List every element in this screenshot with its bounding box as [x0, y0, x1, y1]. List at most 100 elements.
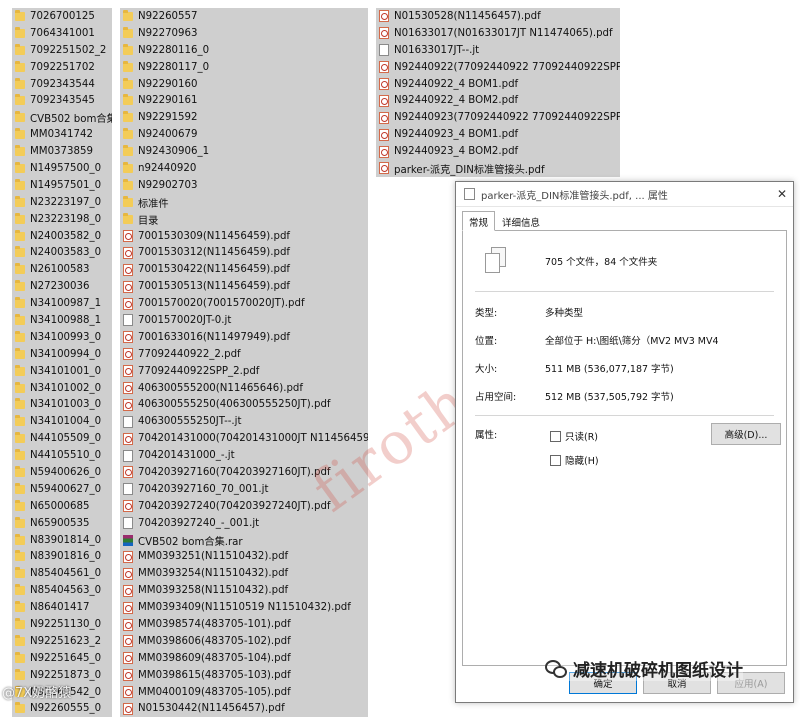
list-item[interactable]: MM0398615(483705-103).pdf	[120, 666, 368, 684]
list-item[interactable]: N24003582_0	[12, 227, 112, 245]
list-item[interactable]: 7092343544	[12, 75, 112, 93]
list-item[interactable]: N14957501_0	[12, 176, 112, 194]
list-item[interactable]: 7001530309(N11456459).pdf	[120, 227, 368, 245]
list-item[interactable]: N92280116_0	[120, 41, 368, 59]
list-item[interactable]: 7001530312(N11456459).pdf	[120, 244, 368, 262]
list-item[interactable]: N34101003_0	[12, 396, 112, 414]
list-item[interactable]: N92902703	[120, 176, 368, 194]
list-item[interactable]: 7092251702	[12, 58, 112, 76]
dialog-titlebar[interactable]: parker-派克_DIN标准管接头.pdf, ... 属性 ✕	[456, 182, 793, 207]
list-item[interactable]: N14957500_0	[12, 160, 112, 177]
list-item[interactable]: MM0398574(483705-101).pdf	[120, 616, 368, 633]
list-item[interactable]: 704203927240_-_001.jt	[120, 514, 368, 532]
list-item[interactable]: 7092343545	[12, 92, 112, 110]
checkbox-box[interactable]	[550, 430, 561, 442]
list-item[interactable]: N92260557	[120, 8, 368, 25]
list-item[interactable]: N01530528(N11456457).pdf	[376, 8, 620, 25]
list-item[interactable]: N92440922(77092440922 77092440922SPP).pd…	[376, 58, 620, 76]
list-item[interactable]: N26100583	[12, 261, 112, 279]
list-item[interactable]: MM0393251(N11510432).pdf	[120, 548, 368, 566]
list-item[interactable]: N92251130_0	[12, 616, 112, 633]
list-item[interactable]: N23223198_0	[12, 210, 112, 228]
list-item[interactable]: N01633017(N01633017JT N11474065).pdf	[376, 24, 620, 42]
list-item[interactable]: 704201431000(704201431000JT N11456459).p…	[120, 430, 368, 448]
list-item[interactable]: N92251623_2	[12, 632, 112, 650]
list-item[interactable]: 7001633016(N11497949).pdf	[120, 328, 368, 346]
list-item[interactable]: N92440923_4 BOM1.pdf	[376, 126, 620, 144]
list-item[interactable]: 406300555250JT--.jt	[120, 413, 368, 431]
list-item[interactable]: N92430906_1	[120, 143, 368, 161]
list-item[interactable]: N44105509_0	[12, 430, 112, 448]
list-item[interactable]: MM0398609(483705-104).pdf	[120, 649, 368, 667]
list-item[interactable]: MM0373859	[12, 143, 112, 161]
list-item[interactable]: N23223197_0	[12, 193, 112, 211]
advanced-button[interactable]: 高级(D)...	[711, 423, 781, 445]
list-item[interactable]: 7001530422(N11456459).pdf	[120, 261, 368, 279]
list-item[interactable]: parker-派克_DIN标准管接头.pdf	[376, 160, 620, 177]
list-item[interactable]: N92290161	[120, 92, 368, 110]
list-item[interactable]: 406300555200(N11465646).pdf	[120, 379, 368, 397]
list-item[interactable]: N92251645_0	[12, 649, 112, 667]
list-item[interactable]: CVB502 bom合集	[12, 109, 112, 127]
list-item[interactable]: N92260555_0	[12, 700, 112, 717]
list-item[interactable]: n92440920	[120, 160, 368, 177]
checkbox-box[interactable]	[550, 454, 561, 466]
list-item[interactable]: N92400679	[120, 126, 368, 144]
list-item[interactable]: N92440923(77092440922 77092440922SPP).pd…	[376, 109, 620, 127]
tab-details[interactable]: 详细信息	[495, 211, 547, 231]
list-item[interactable]: N92280117_0	[120, 58, 368, 76]
list-item[interactable]: N01530442(N11456457).pdf	[120, 700, 368, 717]
list-item[interactable]: N34101004_0	[12, 413, 112, 431]
list-item[interactable]: N83901816_0	[12, 548, 112, 566]
list-item[interactable]: N59400627_0	[12, 480, 112, 498]
list-item[interactable]: 7001530513(N11456459).pdf	[120, 278, 368, 296]
list-item[interactable]: 7001570020(7001570020JT).pdf	[120, 295, 368, 313]
list-item[interactable]: 7092251502_2	[12, 41, 112, 59]
list-item[interactable]: MM0400109(483705-105).pdf	[120, 683, 368, 701]
list-item[interactable]: N34101002_0	[12, 379, 112, 397]
list-item[interactable]: N92291592	[120, 109, 368, 127]
list-item[interactable]: 7026700125	[12, 8, 112, 25]
list-item[interactable]: N85404563_0	[12, 582, 112, 600]
tab-general[interactable]: 常规	[462, 211, 496, 231]
list-item[interactable]: N34100988_1	[12, 312, 112, 329]
list-item[interactable]: 7001570020JT-0.jt	[120, 312, 368, 329]
list-item[interactable]: MM0393258(N11510432).pdf	[120, 582, 368, 600]
list-item[interactable]: N59400626_0	[12, 464, 112, 481]
list-item[interactable]: N86401417	[12, 599, 112, 617]
list-item[interactable]: 77092440922SPP_2.pdf	[120, 362, 368, 380]
list-item[interactable]: N92440922_4 BOM1.pdf	[376, 75, 620, 93]
list-item[interactable]: 77092440922_2.pdf	[120, 345, 368, 363]
list-item[interactable]: CVB502 bom合集.rar	[120, 531, 368, 549]
list-item[interactable]: N92440923_4 BOM2.pdf	[376, 143, 620, 161]
list-item[interactable]: N27230036	[12, 278, 112, 296]
pdf-file-icon	[379, 10, 389, 23]
list-item[interactable]: N65000685	[12, 497, 112, 515]
pdf-file-icon	[123, 230, 133, 243]
list-item[interactable]: MM0398606(483705-102).pdf	[120, 632, 368, 650]
list-item[interactable]: N01633017JT--.jt	[376, 41, 620, 59]
list-item[interactable]: 标准件	[120, 193, 368, 211]
list-item[interactable]: N92270963	[120, 24, 368, 42]
list-item[interactable]: N34100993_0	[12, 328, 112, 346]
list-item[interactable]: 7064341001	[12, 24, 112, 42]
hidden-checkbox[interactable]: 隐藏(H)	[550, 453, 599, 467]
list-item[interactable]: N65900535	[12, 514, 112, 532]
close-icon[interactable]: ✕	[771, 187, 793, 201]
list-item[interactable]: N85404561_0	[12, 565, 112, 583]
list-item[interactable]: 406300555250(406300555250JT).pdf	[120, 396, 368, 414]
file-name: N86401417	[30, 602, 90, 614]
list-item[interactable]: 目录	[120, 210, 368, 228]
list-item[interactable]: N83901814_0	[12, 531, 112, 549]
list-item[interactable]: N34100987_1	[12, 295, 112, 313]
list-item[interactable]: N34101001_0	[12, 362, 112, 380]
list-item[interactable]: N44105510_0	[12, 447, 112, 465]
list-item[interactable]: MM0341742	[12, 126, 112, 144]
readonly-checkbox[interactable]: 只读(R)	[550, 429, 598, 443]
list-item[interactable]: N92290160	[120, 75, 368, 93]
list-item[interactable]: MM0393254(N11510432).pdf	[120, 565, 368, 583]
list-item[interactable]: MM0393409(N11510519 N11510432).pdf	[120, 599, 368, 617]
list-item[interactable]: N92440922_4 BOM2.pdf	[376, 92, 620, 110]
list-item[interactable]: N34100994_0	[12, 345, 112, 363]
list-item[interactable]: N24003583_0	[12, 244, 112, 262]
